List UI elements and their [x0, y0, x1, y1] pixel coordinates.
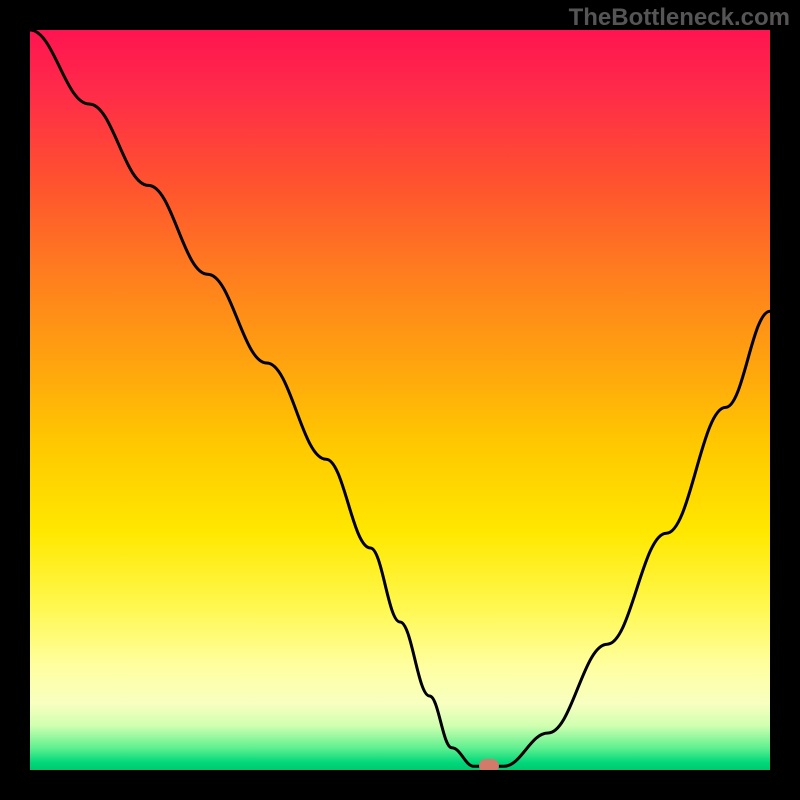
plot-area: [30, 30, 770, 770]
optimal-point-marker: [479, 759, 499, 770]
chart-curve: [30, 30, 770, 770]
watermark-text: TheBottleneck.com: [569, 4, 790, 32]
